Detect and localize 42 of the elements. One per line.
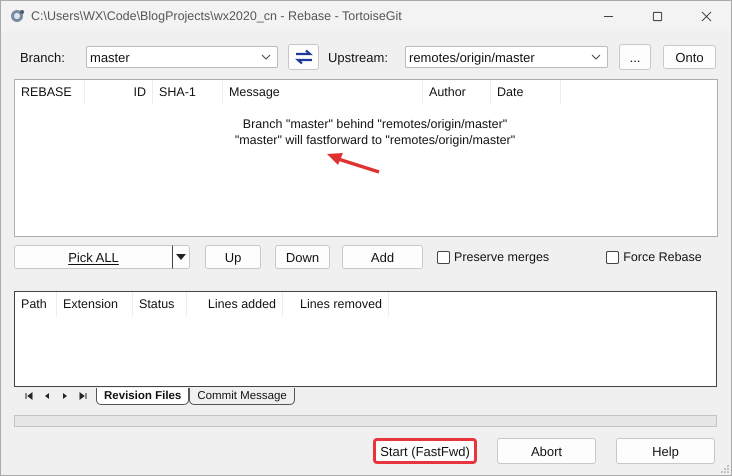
column-header[interactable]: Date xyxy=(491,80,561,104)
help-button[interactable]: Help xyxy=(616,438,715,464)
swap-arrows-icon xyxy=(294,49,314,65)
status-message: Branch "master" behind "remotes/origin/master" xyxy=(242,116,508,132)
column-header[interactable]: Author xyxy=(423,80,491,104)
down-button[interactable]: Down xyxy=(275,245,330,269)
checkbox[interactable] xyxy=(606,250,620,264)
annotation-arrow xyxy=(327,152,381,174)
add-button[interactable]: Add xyxy=(342,245,423,269)
app-icon xyxy=(9,8,25,24)
checkbox-label[interactable]: Force Rebase xyxy=(623,250,702,264)
tab[interactable]: Revision Files xyxy=(96,388,190,404)
dropdown-button[interactable] xyxy=(172,245,190,269)
swap-button[interactable] xyxy=(288,44,319,70)
column-header[interactable]: Lines added xyxy=(187,292,283,316)
up-button[interactable]: Up xyxy=(205,245,261,269)
column-header[interactable]: Path xyxy=(15,292,57,316)
column-header[interactable]: Status xyxy=(133,292,187,316)
column-header[interactable]: SHA-1 xyxy=(153,80,223,104)
column-header[interactable]: Extension xyxy=(57,292,133,316)
upstream-dropdown[interactable]: remotes/origin/master xyxy=(405,46,608,68)
browse-button[interactable]: ... xyxy=(619,44,651,70)
caret-icon xyxy=(176,254,186,260)
pick-all-button[interactable]: Pick ALL xyxy=(14,245,172,269)
abort-button[interactable]: Abort xyxy=(497,438,596,464)
checkbox-label[interactable]: Preserve merges xyxy=(454,250,550,264)
branch-dropdown[interactable]: master xyxy=(86,46,278,68)
column-header[interactable]: REBASE xyxy=(15,80,85,104)
start-button[interactable]: Start (FastFwd) xyxy=(373,438,477,464)
tab[interactable]: Commit Message xyxy=(189,388,295,404)
resize-grip-icon[interactable] xyxy=(721,465,729,473)
status-message: "master" will fastforward to "remotes/origin/master" xyxy=(234,132,516,148)
branch-label: Branch: xyxy=(20,50,66,64)
chevron-down-icon xyxy=(591,54,601,60)
onto-button[interactable]: Onto xyxy=(663,45,716,69)
window-title: C:\Users\WX\Code\BlogProjects\wx2020_cn - Rebase - TortoiseGit xyxy=(31,9,402,23)
column-header[interactable]: Message xyxy=(223,80,423,104)
column-header[interactable]: ID xyxy=(85,80,153,104)
chevron-down-icon xyxy=(261,54,271,60)
checkbox[interactable] xyxy=(437,250,450,264)
upstream-label: Upstream: xyxy=(328,50,389,64)
column-header[interactable]: Lines removed xyxy=(283,292,389,316)
